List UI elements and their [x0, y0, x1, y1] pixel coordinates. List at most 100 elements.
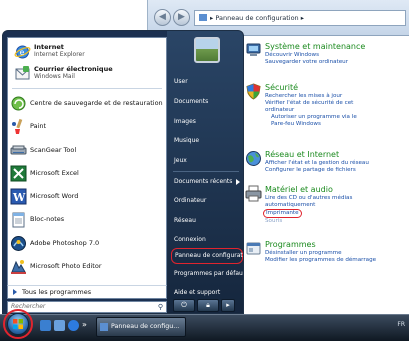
- chevron-right-icon[interactable]: »: [82, 320, 93, 331]
- menu-item-label: Documents récents: [174, 178, 233, 185]
- back-button[interactable]: ◀: [154, 9, 171, 26]
- menu-item-music[interactable]: Musique: [171, 134, 243, 148]
- program-photoshop[interactable]: Adobe Photoshop 7.0: [8, 232, 166, 255]
- menu-item-recent-documents[interactable]: Documents récents: [171, 175, 243, 189]
- category-title[interactable]: Matériel et audio: [265, 185, 405, 195]
- pinned-item-internet[interactable]: e Internet Internet Explorer: [12, 41, 164, 63]
- all-programs-label: Tous les programmes: [22, 288, 92, 296]
- category-link[interactable]: Désinstaller un programme: [265, 250, 405, 257]
- shield-icon: [246, 83, 261, 100]
- category-link[interactable]: Autoriser un programme via le: [265, 114, 405, 121]
- all-programs-button[interactable]: Tous les programmes: [7, 285, 167, 299]
- svg-text:W: W: [12, 191, 26, 204]
- start-menu-right-pane: User Documents Images Musique Jeux Docum…: [167, 31, 243, 313]
- menu-item-games[interactable]: Jeux: [171, 154, 243, 168]
- category-link[interactable]: Lire des CD ou d'autres médias: [265, 195, 405, 202]
- power-button[interactable]: ⏻: [173, 299, 195, 312]
- category-programs: Programmes Désinstaller un programme Mod…: [246, 240, 405, 264]
- category-link[interactable]: Afficher l'état et la gestion du réseau: [265, 160, 405, 167]
- category-link[interactable]: Configurer le partage de fichiers: [265, 167, 405, 174]
- pinned-title: Courrier électronique: [34, 65, 113, 73]
- taskbar-button-control-panel[interactable]: Panneau de configu...: [96, 317, 186, 337]
- menu-item-connect[interactable]: Connexion: [171, 233, 243, 247]
- category-link[interactable]: Pare-feu Windows: [265, 121, 405, 128]
- program-notepad[interactable]: Bloc-notes: [8, 208, 166, 231]
- word-icon: W: [10, 188, 27, 205]
- menu-item-images[interactable]: Images: [171, 115, 243, 129]
- menu-item-computer[interactable]: Ordinateur: [171, 194, 243, 208]
- backup-icon: [11, 96, 26, 111]
- category-link[interactable]: Découvrir Windows: [265, 52, 405, 59]
- menu-item-help[interactable]: Aide et support: [171, 286, 243, 300]
- printers-link[interactable]: Imprimante: [263, 209, 405, 218]
- pinned-item-mail[interactable]: Courrier électronique Windows Mail: [12, 63, 164, 85]
- menu-item-control-panel[interactable]: Panneau de configuration: [171, 248, 243, 264]
- program-backup[interactable]: Centre de sauvegarde et de restauration: [8, 92, 166, 115]
- category-link[interactable]: Sauvegarder votre ordinateur: [265, 59, 405, 66]
- internet-explorer-icon: e: [14, 45, 31, 59]
- scanner-icon: [10, 145, 27, 155]
- program-label: ScanGear Tool: [30, 145, 77, 154]
- category-system-maintenance: Système et maintenance Découvrir Windows…: [246, 42, 405, 66]
- program-scangear[interactable]: ScanGear Tool: [8, 139, 166, 162]
- menu-item-default-programs[interactable]: Programmes par défaut: [171, 267, 243, 281]
- globe-network-icon: [246, 151, 261, 166]
- mail-icon: [15, 66, 30, 80]
- menu-item-user[interactable]: User: [171, 75, 243, 89]
- category-title[interactable]: Sécurité: [265, 83, 405, 93]
- pinned-subtitle: Internet Explorer: [34, 51, 85, 58]
- taskbar-button-label: Panneau de configu...: [111, 323, 180, 330]
- category-link[interactable]: Vérifier l'état de sécurité de cet: [265, 100, 405, 107]
- category-link[interactable]: Modifier les programmes de démarrage: [265, 257, 405, 264]
- pinned-programs: e Internet Internet Explorer Courrier él…: [8, 38, 166, 85]
- address-bar[interactable]: ▸ Panneau de configuration ▸: [194, 10, 406, 26]
- paint-icon: [12, 119, 23, 135]
- menu-item-documents[interactable]: Documents: [171, 95, 243, 109]
- program-label: Microsoft Photo Editor: [30, 262, 102, 271]
- breadcrumb[interactable]: Panneau de configuration: [215, 14, 298, 22]
- category-link[interactable]: automatiquement: [265, 202, 405, 209]
- menu-item-network[interactable]: Réseau: [171, 214, 243, 228]
- photo-editor-icon: [11, 260, 26, 275]
- svg-text:e: e: [20, 48, 25, 57]
- folder-icon: [100, 323, 108, 331]
- photoshop-icon: [11, 235, 26, 251]
- program-label: Centre de sauvegarde et de restauration: [30, 99, 163, 107]
- pinned-title: Internet: [34, 43, 64, 51]
- search-icon[interactable]: ⚲: [158, 302, 163, 312]
- user-avatar[interactable]: [194, 37, 220, 63]
- search-input[interactable]: Rechercher ⚲: [7, 301, 167, 313]
- program-paint[interactable]: Paint: [8, 115, 166, 138]
- category-title[interactable]: Réseau et Internet: [265, 150, 405, 160]
- printers-link-highlight[interactable]: Imprimante: [263, 209, 302, 218]
- category-network-internet: Réseau et Internet Afficher l'état et la…: [246, 150, 405, 174]
- program-label: Bloc-notes: [30, 215, 65, 224]
- start-menu-left-pane: e Internet Internet Explorer Courrier él…: [7, 37, 167, 291]
- program-excel[interactable]: Microsoft Excel: [8, 162, 166, 185]
- shutdown-options-button[interactable]: ▸: [221, 299, 235, 312]
- pinned-subtitle: Windows Mail: [34, 73, 75, 80]
- program-photo-editor[interactable]: Microsoft Photo Editor: [8, 255, 166, 278]
- power-controls: ⏻ 🔒︎ ▸: [173, 299, 241, 312]
- program-label: Microsoft Excel: [30, 168, 79, 177]
- category-link[interactable]: ordinateur: [265, 107, 405, 114]
- category-link[interactable]: Souris: [265, 218, 405, 225]
- program-label: Adobe Photoshop 7.0: [30, 238, 100, 247]
- program-label: Microsoft Word: [30, 192, 79, 201]
- forward-button[interactable]: ▶: [173, 9, 190, 26]
- show-desktop-icon[interactable]: [40, 320, 51, 331]
- divider: [12, 88, 162, 89]
- category-hardware-sound: Matériel et audio Lire des CD ou d'autre…: [245, 185, 405, 225]
- category-link[interactable]: Rechercher les mises à jour: [265, 93, 405, 100]
- internet-explorer-quick-launch-icon[interactable]: [68, 320, 79, 331]
- program-word[interactable]: W Microsoft Word: [8, 185, 166, 208]
- category-title[interactable]: Programmes: [265, 240, 405, 250]
- lock-button[interactable]: 🔒︎: [197, 299, 219, 312]
- start-menu: e Internet Internet Explorer Courrier él…: [2, 30, 244, 314]
- divider: [173, 171, 239, 172]
- notepad-icon: [12, 212, 25, 228]
- switch-windows-icon[interactable]: [54, 320, 65, 331]
- category-title[interactable]: Système et maintenance: [265, 42, 405, 52]
- start-button-highlight: [3, 309, 33, 339]
- printer-icon: [245, 185, 262, 202]
